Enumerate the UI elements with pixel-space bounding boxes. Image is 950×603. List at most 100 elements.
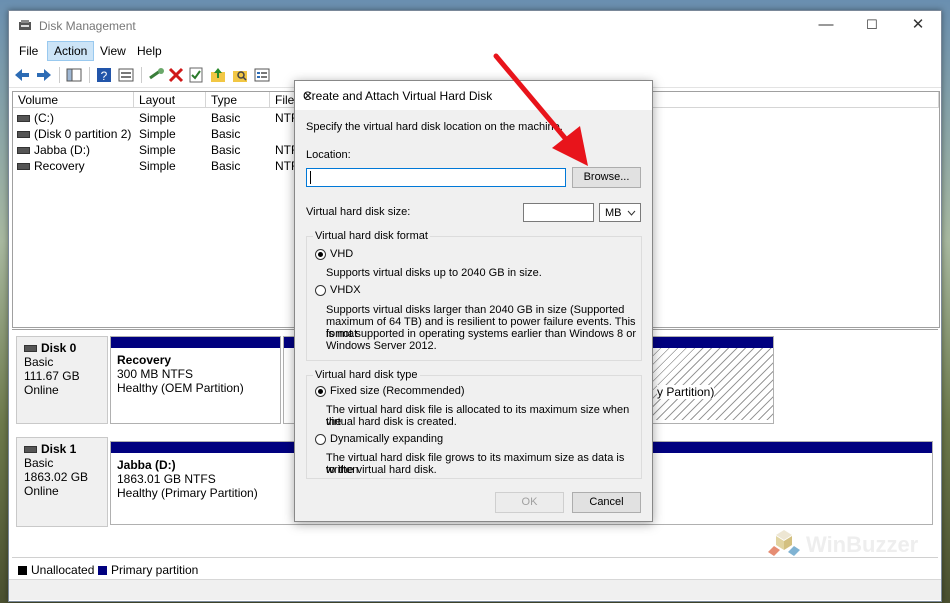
title-bar[interactable]: Disk Management — ☐ ✕ [9,11,941,41]
disk-size: 1863.02 GB [24,470,89,484]
disk-kind: Basic [24,456,54,470]
fixed-size-description-line: virtual hard disk is created. [326,416,457,428]
drive-icon [17,147,30,155]
vhdx-description-line: is not supported in operating systems ea… [326,328,636,340]
list-view-icon[interactable] [253,66,271,84]
minimize-button[interactable]: — [803,11,849,41]
toolbar-divider [89,67,90,83]
drive-icon [17,131,30,139]
vhdx-description-line: Windows Server 2012. [326,340,437,352]
disk-1-label[interactable]: Disk 1 Basic 1863.02 GB Online [16,437,108,527]
partition-unallocated[interactable]: y Partition) [652,336,774,424]
disk-icon [24,446,37,454]
location-label: Location: [306,149,351,161]
menu-view[interactable]: View [94,42,132,60]
vhdx-label[interactable]: VHDX [330,284,361,297]
format-group-title: Virtual hard disk format [313,230,430,242]
partition-size: 1863.01 GB NTFS [117,472,216,486]
vhdx-description-line: Supports virtual disks larger than 2040 … [326,304,625,316]
check-properties-icon[interactable] [187,66,205,84]
console-tree-icon[interactable] [65,66,83,84]
size-label: Virtual hard disk size: [306,206,411,218]
upload-folder-icon[interactable] [209,66,227,84]
volume-type: Basic [211,143,241,157]
vhd-label[interactable]: VHD [330,248,353,261]
partition-size: 300 MB NTFS [117,367,194,381]
type-group-title: Virtual hard disk type [313,369,420,381]
volume-name: Jabba (D:) [34,143,91,157]
volume-type: Basic [211,159,241,173]
disk-status: Online [24,484,59,498]
chevron-down-icon [627,210,636,216]
volume-layout: Simple [139,111,176,125]
type-group: Virtual hard disk type Fixed size (Recom… [306,369,642,479]
dynamic-radio[interactable] [315,434,326,445]
partition-status: y Partition) [657,385,715,399]
legend-label: Unallocated [31,563,95,577]
disk-kind: Basic [24,355,54,369]
size-input[interactable] [523,203,594,222]
search-folder-icon[interactable] [231,66,249,84]
partition-bar [111,337,280,348]
partition-status: Healthy (Primary Partition) [117,486,258,500]
dynamic-label[interactable]: Dynamically expanding [330,433,443,446]
delete-icon[interactable] [167,66,185,84]
disk-management-app-icon [19,20,31,30]
legend-label: Primary partition [111,563,199,577]
partition-name: Jabba (D:) [117,458,176,472]
winbuzzer-logo-icon [768,530,800,556]
partition-status: Healthy (OEM Partition) [117,381,244,395]
menu-bar: File Action View Help [9,41,941,61]
disk-size: 111.67 GB [24,369,80,383]
red-arrow-annotation [493,53,588,166]
volume-name: (C:) [34,111,54,125]
unallocated-swatch [18,566,27,576]
volume-type: Basic [211,127,241,141]
volume-layout: Simple [139,159,176,173]
vhdx-radio[interactable] [315,285,326,296]
fixed-size-radio[interactable] [315,386,326,397]
partition-bar [284,337,294,348]
disk-status: Online [24,383,59,397]
toolbar-divider [141,67,142,83]
drive-icon [17,163,30,171]
close-window-button[interactable]: ✕ [895,11,941,41]
watermark-text: WinBuzzer [806,532,919,557]
partition-name: Recovery [117,353,172,367]
text-caret [310,171,311,184]
column-header-layout[interactable]: Layout [134,92,206,108]
unit-select[interactable]: MB [599,203,641,222]
volume-name: (Disk 0 partition 2) [34,127,132,141]
column-header-volume[interactable]: Volume [13,92,134,108]
disk-name: Disk 1 [41,442,77,456]
toolbar-divider [59,67,60,83]
menu-help[interactable]: Help [131,42,168,60]
partition-recovery[interactable]: Recovery 300 MB NTFS Healthy (OEM Partit… [110,336,281,424]
connect-drive-icon[interactable] [147,66,165,84]
ok-button[interactable]: OK [495,492,564,513]
back-arrow-icon[interactable] [13,66,31,84]
disk-name: Disk 0 [41,341,77,355]
cancel-button[interactable]: Cancel [572,492,641,513]
menu-action[interactable]: Action [47,41,95,61]
svg-text:?: ? [101,69,108,83]
volume-type: Basic [211,111,241,125]
format-group: Virtual hard disk format VHD Supports vi… [306,230,642,361]
vhd-description: Supports virtual disks up to 2040 GB in … [326,267,542,279]
dynamic-description-line: to the virtual hard disk. [326,464,437,476]
disk-icon [24,345,37,353]
help-icon[interactable]: ? [95,66,113,84]
column-header-type[interactable]: Type [206,92,270,108]
properties-pane-icon[interactable] [117,66,135,84]
volume-layout: Simple [139,143,176,157]
forward-arrow-icon[interactable] [35,66,53,84]
unit-value: MB [605,207,622,219]
maximize-button[interactable]: ☐ [849,11,895,41]
menu-file[interactable]: File [13,42,44,60]
fixed-size-label[interactable]: Fixed size (Recommended) [330,385,465,398]
partition-bar [653,337,773,348]
vhd-radio[interactable] [315,249,326,260]
status-bar [9,579,941,600]
volume-layout: Simple [139,127,176,141]
disk-0-label[interactable]: Disk 0 Basic 111.67 GB Online [16,336,108,424]
